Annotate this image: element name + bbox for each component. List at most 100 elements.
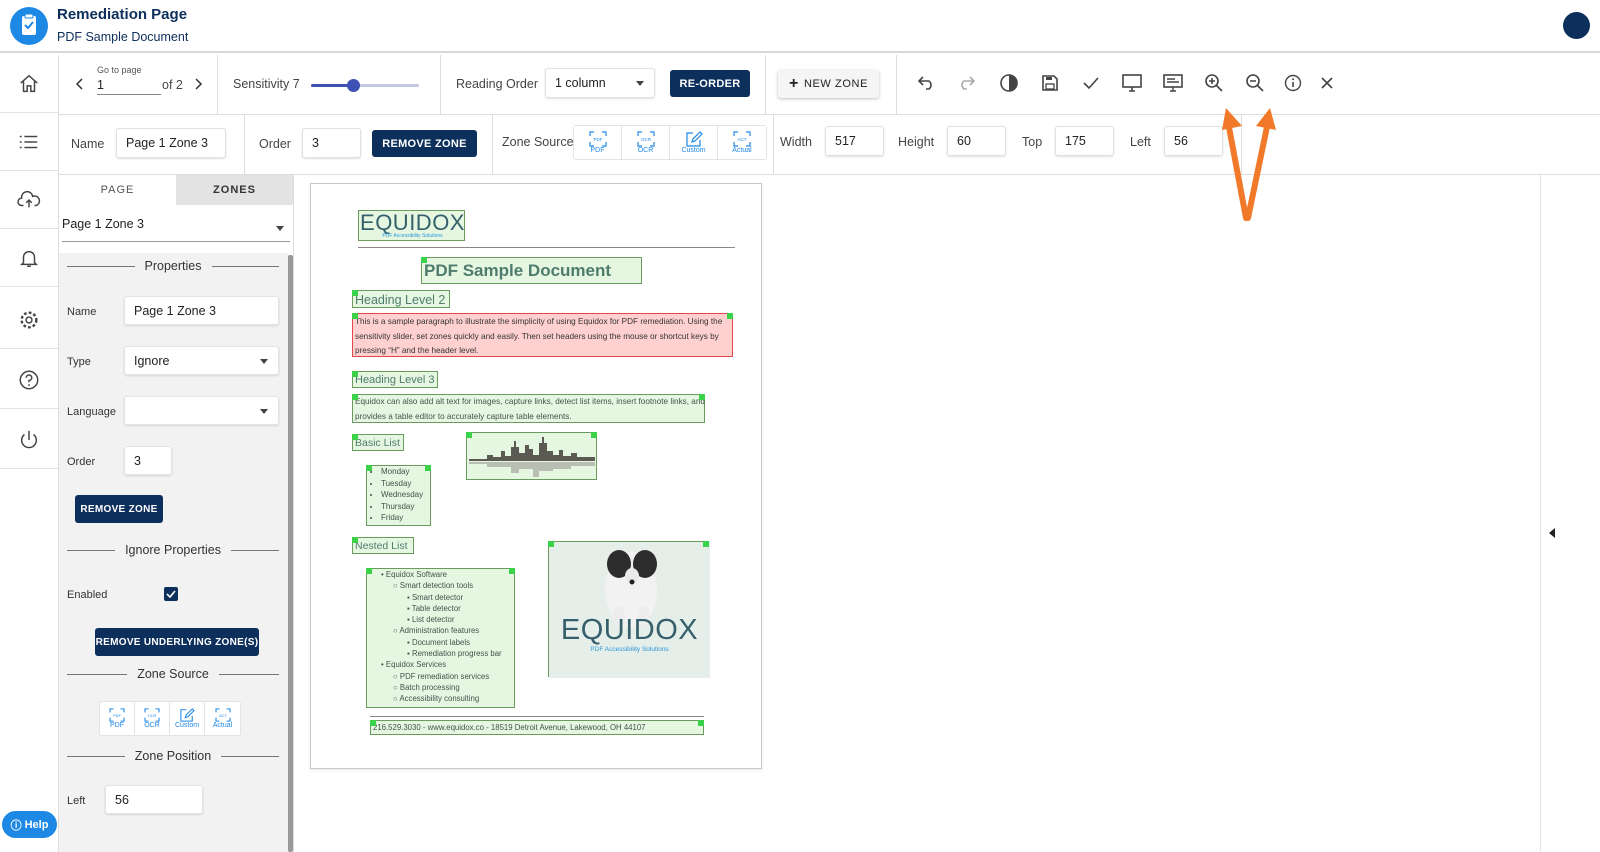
zone-source-label: Zone Source	[502, 135, 574, 149]
page-number-input[interactable]: 1	[97, 78, 161, 95]
zone-handle[interactable]	[352, 537, 358, 543]
undo-icon[interactable]	[915, 72, 937, 94]
chevron-right-icon[interactable]	[191, 75, 205, 93]
help-circle-icon[interactable]	[0, 351, 58, 409]
zone-handle[interactable]	[352, 394, 358, 400]
reorder-button[interactable]: RE-ORDER	[670, 70, 750, 97]
presentation-icon[interactable]	[1162, 72, 1184, 94]
left-nav	[0, 55, 59, 852]
zone-logo[interactable]: EQUIDOX PDF Accessibility Solutions	[358, 210, 465, 241]
zone-name-field[interactable]: Page 1 Zone 3	[116, 128, 226, 158]
close-icon[interactable]	[1316, 72, 1338, 94]
zone-heading-2[interactable]: Heading Level 2	[352, 290, 450, 308]
source-pdf-button[interactable]: PDF PDF	[574, 126, 622, 159]
zone-order-field[interactable]: 3	[302, 128, 361, 158]
save-icon[interactable]	[1039, 72, 1061, 94]
left-field[interactable]: 56	[1164, 126, 1223, 156]
list-icon[interactable]	[0, 113, 58, 171]
zone-handle[interactable]	[370, 720, 376, 726]
bell-icon[interactable]	[0, 229, 58, 287]
cloud-upload-icon[interactable]	[0, 171, 58, 229]
type-select[interactable]: Ignore	[124, 346, 279, 375]
zoom-out-icon[interactable]	[1244, 72, 1266, 94]
panel-source-actual-button[interactable]: ACT Actual	[205, 702, 240, 735]
zoom-in-icon[interactable]	[1203, 72, 1225, 94]
source-custom-button[interactable]: Custom	[670, 126, 718, 159]
zone-handle[interactable]	[591, 432, 597, 438]
user-avatar[interactable]	[1563, 12, 1590, 39]
reading-order-select[interactable]: 1 column	[545, 68, 655, 98]
remove-underlying-zones-button[interactable]: REMOVE UNDERLYING ZONE(S)	[95, 628, 259, 656]
zone-handle[interactable]	[466, 432, 472, 438]
zone-handle[interactable]	[352, 313, 358, 319]
position-left-field[interactable]: 56	[105, 785, 203, 814]
panel-remove-zone-button[interactable]: REMOVE ZONE	[75, 495, 163, 523]
zone-paragraph-2[interactable]: Equidox can also add alt text for images…	[352, 394, 705, 423]
top-field[interactable]: 175	[1055, 126, 1114, 156]
zone-footer[interactable]: 216.529.3030 - www.equidox.co - 18519 De…	[370, 720, 704, 735]
zone-title[interactable]: PDF Sample Document	[421, 257, 642, 284]
zone-select[interactable]: Page 1 Zone 3	[62, 217, 290, 242]
info-icon[interactable]	[1282, 72, 1304, 94]
language-select[interactable]	[124, 396, 279, 425]
zone-dog-image[interactable]: EQUIDOX PDF Accessibility Solutions	[548, 541, 710, 678]
sensitivity-slider-thumb[interactable]	[347, 79, 361, 92]
zone-handle[interactable]	[699, 394, 705, 400]
help-button[interactable]: ⓘ Help	[2, 811, 57, 838]
panel-source-custom-label: Custom	[174, 722, 200, 729]
zone-handle[interactable]	[698, 720, 704, 726]
contrast-icon[interactable]	[998, 72, 1020, 94]
edit-icon	[685, 131, 703, 147]
chevron-down-icon	[260, 359, 268, 364]
zone-basic-list[interactable]: Monday Tuesday Wednesday Thursday Friday	[366, 465, 431, 526]
height-field[interactable]: 60	[947, 126, 1006, 156]
zone-handle[interactable]	[366, 465, 372, 471]
toolbar-divider	[440, 55, 441, 115]
zone-handle[interactable]	[352, 371, 358, 377]
zone-basic-list-title[interactable]: Basic List	[352, 434, 404, 451]
zone-nested-list-title[interactable]: Nested List	[352, 537, 414, 554]
panel-source-ocr-button[interactable]: OCR OCR	[135, 702, 170, 735]
power-icon[interactable]	[0, 411, 58, 469]
source-ocr-button[interactable]: OCR OCR	[622, 126, 670, 159]
chevron-left-icon[interactable]	[73, 75, 87, 93]
panel-scrollbar[interactable]	[288, 255, 293, 852]
zone-handle[interactable]	[366, 568, 372, 574]
panel-source-custom-button[interactable]: Custom	[170, 702, 205, 735]
home-icon[interactable]	[0, 55, 58, 113]
logo-tagline: PDF Accessibility Solutions	[382, 233, 443, 239]
new-zone-button[interactable]: + NEW ZONE	[778, 70, 879, 98]
sensitivity-slider-track[interactable]	[311, 79, 419, 92]
monitor-icon[interactable]	[1121, 72, 1143, 94]
remove-zone-button[interactable]: REMOVE ZONE	[372, 130, 477, 157]
gear-icon[interactable]	[0, 291, 58, 349]
enabled-checkbox[interactable]	[164, 587, 178, 601]
zone-handle[interactable]	[421, 257, 427, 263]
collapse-panel-icon[interactable]	[1549, 528, 1555, 538]
zone-nested-list[interactable]: • Equidox Software ○ Smart detection too…	[366, 568, 515, 708]
pdf-page[interactable]: EQUIDOX PDF Accessibility Solutions PDF …	[310, 183, 762, 769]
zone-handle[interactable]	[352, 290, 358, 296]
zone-skyline-image[interactable]	[466, 432, 597, 480]
order-field[interactable]: 3	[124, 446, 172, 475]
zone-handle[interactable]	[548, 541, 554, 547]
source-actual-button[interactable]: ACT Actual	[718, 126, 766, 159]
tab-page[interactable]: PAGE	[59, 175, 176, 205]
width-field[interactable]: 517	[825, 126, 884, 156]
zone-handle[interactable]	[509, 568, 515, 574]
app-logo-icon[interactable]	[10, 7, 48, 45]
name-field[interactable]: Page 1 Zone 3	[124, 296, 279, 325]
toolbar-divider	[765, 55, 766, 115]
zone-paragraph-selected[interactable]: This is a sample paragraph to illustrate…	[352, 313, 733, 357]
zone-handle[interactable]	[425, 465, 431, 471]
tab-zones[interactable]: ZONES	[176, 175, 293, 205]
zone-handle[interactable]	[727, 313, 733, 319]
check-icon[interactable]	[1080, 72, 1102, 94]
zone-heading-3[interactable]: Heading Level 3	[352, 371, 438, 388]
panel-source-pdf-button[interactable]: PDF PDF	[100, 702, 135, 735]
zone-name-label: Name	[71, 137, 105, 151]
panel-source-pdf-tag: PDF	[113, 713, 121, 718]
zone-handle[interactable]	[703, 541, 709, 547]
redo-icon[interactable]	[956, 72, 978, 94]
zone-handle[interactable]	[352, 434, 358, 440]
